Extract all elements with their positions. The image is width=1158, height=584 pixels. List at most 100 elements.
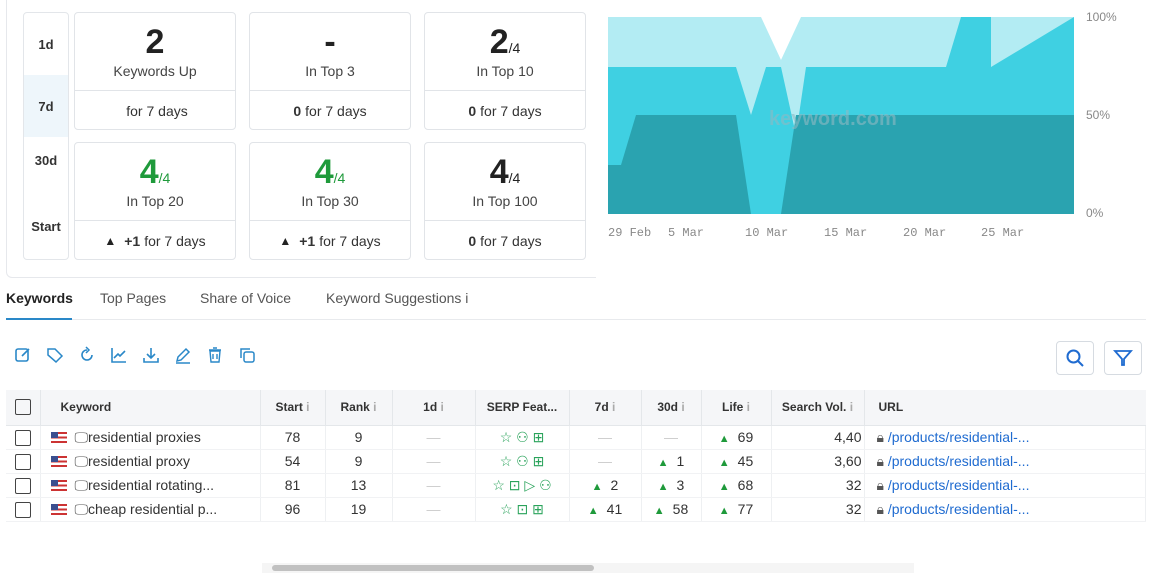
table-row[interactable]: 🖵residential proxies 78 9 — ☆ ⚇ ⊞ — — ▲ 6… bbox=[6, 425, 1146, 450]
serp-features-cell[interactable]: ☆ ⊡ ▷ ⚇ bbox=[475, 473, 570, 498]
search-volume-cell: 3,60 bbox=[771, 449, 865, 474]
card-top20: 4/4 In Top 20 ▲ +1 for 7 days bbox=[74, 142, 236, 260]
col-life[interactable]: Life i bbox=[701, 390, 772, 426]
url-link[interactable]: 🔒︎ /products/residential-... bbox=[864, 449, 1146, 474]
info-icon: i bbox=[612, 400, 616, 415]
card-label: In Top 30 bbox=[301, 193, 359, 209]
change-1d-cell: — bbox=[392, 497, 476, 522]
x-tick: 20 Mar bbox=[903, 226, 946, 240]
url-link[interactable]: 🔒︎ /products/residential-... bbox=[864, 425, 1146, 450]
col-search-volume[interactable]: Search Vol. i bbox=[771, 390, 865, 426]
change-1d-cell: — bbox=[392, 473, 476, 498]
filter-button[interactable] bbox=[1104, 341, 1142, 375]
col-keyword[interactable]: Keyword bbox=[40, 390, 261, 426]
table-row[interactable]: 🖵residential proxy 54 9 — ☆ ⚇ ⊞ — ▲ 1 ▲ 45… bbox=[6, 449, 1146, 474]
y-tick-0: 0% bbox=[1086, 206, 1104, 220]
desktop-icon: 🖵 bbox=[74, 428, 89, 445]
tab-top-pages[interactable]: Top Pages bbox=[100, 290, 166, 320]
copy-icon[interactable] bbox=[238, 346, 256, 364]
arrow-up-icon: ▲ bbox=[718, 457, 730, 469]
download-icon[interactable] bbox=[142, 346, 160, 364]
trash-icon[interactable] bbox=[206, 346, 224, 364]
y-tick-50: 50% bbox=[1086, 108, 1110, 122]
col-url[interactable]: URL bbox=[864, 390, 1146, 426]
tab-keyword-suggestions[interactable]: Keyword Suggestions i bbox=[326, 290, 468, 320]
row-checkbox[interactable] bbox=[14, 501, 31, 518]
desktop-icon: 🖵 bbox=[74, 452, 89, 469]
tab-share-of-voice[interactable]: Share of Voice bbox=[200, 290, 291, 320]
arrow-up-icon: ▲ bbox=[587, 505, 599, 517]
keyword-cell[interactable]: 🖵residential rotating... bbox=[40, 473, 261, 498]
horizontal-scrollbar[interactable] bbox=[262, 563, 914, 573]
chart-icon[interactable] bbox=[110, 346, 128, 364]
us-flag-icon bbox=[50, 480, 67, 492]
arrow-up-icon: ▲ bbox=[591, 481, 603, 493]
x-tick: 10 Mar bbox=[745, 226, 788, 240]
row-checkbox[interactable] bbox=[14, 453, 31, 470]
change-7d-cell: ▲ 41 bbox=[569, 497, 642, 522]
refresh-icon[interactable] bbox=[78, 346, 96, 364]
col-serp[interactable]: SERP Feat... bbox=[475, 390, 570, 426]
lock-icon: 🔒︎ bbox=[876, 428, 884, 445]
arrow-up-icon: ▲ bbox=[657, 481, 669, 493]
change-30d-cell: ▲ 3 bbox=[641, 473, 702, 498]
period-7d[interactable]: 7d bbox=[24, 75, 68, 137]
card-footer: 0 for 7 days bbox=[425, 220, 585, 260]
keyword-cell[interactable]: 🖵residential proxies bbox=[40, 425, 261, 450]
keyword-cell[interactable]: 🖵cheap residential p... bbox=[40, 497, 261, 522]
row-checkbox[interactable] bbox=[14, 477, 31, 494]
scrollbar-thumb[interactable] bbox=[272, 565, 594, 571]
card-footer: 0 for 7 days bbox=[425, 90, 585, 130]
card-top3: - In Top 3 0 for 7 days bbox=[249, 12, 411, 130]
card-label: In Top 100 bbox=[472, 193, 538, 209]
select-all-checkbox[interactable] bbox=[14, 399, 31, 416]
arrow-up-icon: ▲ bbox=[653, 505, 665, 517]
filter-icon bbox=[1113, 350, 1133, 366]
life-cell: ▲ 77 bbox=[701, 497, 772, 522]
card-label: Keywords Up bbox=[113, 63, 197, 79]
info-icon: i bbox=[306, 400, 310, 415]
period-selector: 1d 7d 30d Start bbox=[23, 12, 69, 260]
table-row[interactable]: 🖵cheap residential p... 96 19 — ☆ ⊡ ⊞ ▲ 4… bbox=[6, 497, 1146, 522]
x-tick: 5 Mar bbox=[668, 226, 704, 240]
search-button[interactable] bbox=[1056, 341, 1094, 375]
serp-features-cell[interactable]: ☆ ⚇ ⊞ bbox=[475, 449, 570, 474]
keyword-toolbar bbox=[14, 346, 256, 370]
keyword-cell[interactable]: 🖵residential proxy bbox=[40, 449, 261, 474]
period-30d[interactable]: 30d bbox=[24, 137, 68, 199]
period-start[interactable]: Start bbox=[24, 199, 68, 259]
change-30d-cell: ▲ 58 bbox=[641, 497, 702, 522]
rank-cell: 9 bbox=[325, 449, 393, 474]
table-row[interactable]: 🖵residential rotating... 81 13 — ☆ ⊡ ▷ ⚇… bbox=[6, 473, 1146, 498]
table-header-row: Keyword Start i Rank i 1d i SERP Feat...… bbox=[6, 390, 1146, 426]
tab-keywords[interactable]: Keywords bbox=[6, 290, 73, 320]
chart-watermark: keyword.com bbox=[769, 108, 897, 130]
url-link[interactable]: 🔒︎ /products/residential-... bbox=[864, 473, 1146, 498]
col-1d[interactable]: 1d i bbox=[392, 390, 476, 426]
info-icon: i bbox=[440, 400, 444, 415]
card-footer: 0 for 7 days bbox=[250, 90, 410, 130]
arrow-up-icon: ▲ bbox=[718, 505, 730, 517]
start-cell: 78 bbox=[260, 425, 326, 450]
change-7d-cell: — bbox=[569, 449, 642, 474]
change-30d-cell: — bbox=[641, 425, 702, 450]
tag-icon[interactable] bbox=[46, 346, 64, 364]
life-cell: ▲ 45 bbox=[701, 449, 772, 474]
serp-features-cell[interactable]: ☆ ⚇ ⊞ bbox=[475, 425, 570, 450]
col-7d[interactable]: 7d i bbox=[569, 390, 642, 426]
col-30d[interactable]: 30d i bbox=[641, 390, 702, 426]
col-rank[interactable]: Rank i bbox=[325, 390, 393, 426]
arrow-up-icon: ▲ bbox=[657, 457, 669, 469]
col-start[interactable]: Start i bbox=[260, 390, 326, 426]
pencil-icon[interactable] bbox=[174, 346, 192, 364]
x-tick: 25 Mar bbox=[981, 226, 1024, 240]
url-link[interactable]: 🔒︎ /products/residential-... bbox=[864, 497, 1146, 522]
edit-icon[interactable] bbox=[14, 346, 32, 364]
period-1d[interactable]: 1d bbox=[24, 13, 68, 75]
card-label: In Top 20 bbox=[126, 193, 184, 209]
serp-features-cell[interactable]: ☆ ⊡ ⊞ bbox=[475, 497, 570, 522]
arrow-up-icon: ▲ bbox=[104, 233, 117, 248]
card-top10: 2/4 In Top 10 0 for 7 days bbox=[424, 12, 586, 130]
row-checkbox[interactable] bbox=[14, 429, 31, 446]
search-volume-cell: 32 bbox=[771, 497, 865, 522]
